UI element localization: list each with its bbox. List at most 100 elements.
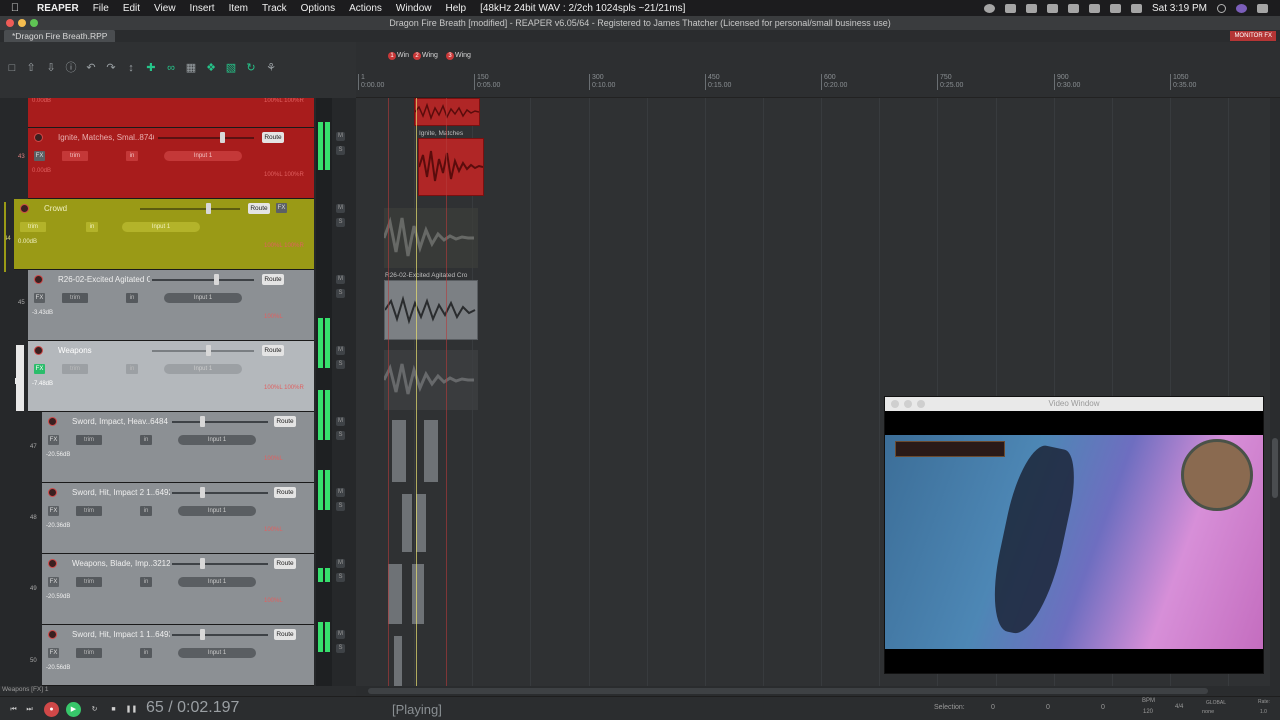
menubar-clock[interactable]: Sat 3:19 PM — [1152, 3, 1207, 14]
horizontal-scrollbar-thumb[interactable] — [368, 688, 1208, 694]
menu-track[interactable]: Track — [255, 3, 294, 14]
fx-button[interactable]: FX — [276, 203, 287, 213]
track-name[interactable]: Ignite, Matches, Smal..8746 — [58, 133, 154, 142]
metronome-icon[interactable]: ↕ — [124, 61, 138, 75]
mute-button[interactable]: M — [336, 132, 345, 141]
route-button[interactable]: Route — [262, 274, 284, 285]
audio-format-info[interactable]: [48kHz 24bit WAV : 2/2ch 1024spls ~21/21… — [473, 3, 692, 14]
record-arm-button[interactable] — [48, 559, 57, 568]
status-icon[interactable] — [983, 3, 995, 13]
input-select[interactable]: Input 1 — [164, 293, 242, 303]
automation-trim-button[interactable]: trim — [76, 577, 102, 587]
menu-app-reaper[interactable]: REAPER — [30, 3, 86, 14]
volume-fader-knob[interactable] — [200, 487, 205, 498]
volume-fader-knob[interactable] — [200, 629, 205, 640]
marker-3[interactable]: 3 Wing — [446, 52, 471, 60]
menu-view[interactable]: View — [147, 3, 183, 14]
volume-fader-knob[interactable] — [220, 132, 225, 143]
track-name[interactable]: Sword, Impact, Heav..6484 — [72, 417, 170, 426]
go-to-start-icon[interactable]: ⏮ — [6, 702, 21, 717]
marker-2[interactable]: 2 Wing — [413, 52, 438, 60]
vertical-scrollbar-thumb[interactable] — [1272, 438, 1278, 498]
bpm-value[interactable]: 120 — [1143, 709, 1153, 715]
media-item[interactable] — [424, 420, 438, 482]
input-select[interactable]: Input 1 — [164, 364, 242, 374]
fx-button[interactable]: FX — [34, 364, 45, 374]
track-name[interactable]: Sword, Hit, Impact 2 1..6492 — [72, 488, 170, 497]
solo-button[interactable]: S — [336, 431, 345, 440]
route-button[interactable]: Route — [274, 487, 296, 498]
media-item[interactable] — [388, 564, 402, 624]
media-item[interactable]: Ignite, Matches — [418, 130, 484, 196]
volume-fader[interactable] — [172, 487, 268, 498]
input-monitor-button[interactable]: in — [140, 648, 152, 658]
mute-button[interactable]: M — [336, 346, 345, 355]
menu-file[interactable]: File — [86, 3, 116, 14]
video-zoom-button[interactable] — [917, 400, 925, 408]
track-46-weapons[interactable]: Weapons Route FX trim in Input 1 -7.48dB… — [28, 341, 314, 412]
route-button[interactable]: Route — [248, 203, 270, 214]
volume-fader[interactable] — [172, 629, 268, 640]
automation-trim-button[interactable]: trim — [62, 364, 88, 374]
save-project-icon[interactable]: ⇩ — [44, 61, 58, 75]
loop-icon[interactable]: ↻ — [244, 61, 258, 75]
grouping-icon[interactable]: ∞ — [164, 61, 178, 75]
fx-button[interactable]: FX — [48, 648, 59, 658]
solo-button[interactable]: S — [336, 502, 345, 511]
track-42[interactable]: 0.00dB 100%L 100%R — [28, 98, 314, 128]
menu-actions[interactable]: Actions — [342, 3, 389, 14]
stop-button[interactable]: ■ — [106, 702, 121, 717]
selection-length[interactable]: 0 — [1101, 704, 1105, 711]
automation-trim-button[interactable]: trim — [76, 506, 102, 516]
volume-fader[interactable] — [152, 345, 254, 356]
selection-end[interactable]: 0 — [1046, 704, 1050, 711]
mute-button[interactable]: M — [336, 559, 345, 568]
input-monitor-button[interactable]: in — [126, 151, 138, 161]
fx-button[interactable]: FX — [48, 435, 59, 445]
pause-button[interactable]: ❚❚ — [124, 702, 139, 717]
volume-icon[interactable] — [1109, 3, 1121, 13]
menu-options[interactable]: Options — [294, 3, 342, 14]
volume-fader-knob[interactable] — [206, 345, 211, 356]
track-name[interactable]: R26-02-Excited Agitated Cr — [58, 275, 150, 284]
record-button[interactable]: ● — [44, 702, 59, 717]
video-window[interactable]: Video Window — [884, 396, 1264, 674]
dropbox-icon[interactable] — [1025, 3, 1037, 13]
solo-button[interactable]: S — [336, 146, 345, 155]
track-name[interactable]: Weapons — [58, 346, 148, 355]
mute-button[interactable]: M — [336, 630, 345, 639]
track-name[interactable]: Sword, Hit, Impact 1 1..6493 — [72, 630, 170, 639]
input-select[interactable]: Input 1 — [164, 151, 242, 161]
track-49[interactable]: Weapons, Blade, Imp..3212 Route FX trim … — [42, 554, 314, 625]
undo-icon[interactable]: ↶ — [84, 61, 98, 75]
video-close-button[interactable] — [891, 400, 899, 408]
fx-button[interactable]: FX — [48, 506, 59, 516]
fx-button[interactable]: FX — [34, 293, 45, 303]
input-monitor-button[interactable]: in — [86, 222, 98, 232]
media-item[interactable] — [394, 636, 402, 686]
go-to-end-icon[interactable]: ⏭ — [22, 702, 37, 717]
menu-list-icon[interactable] — [1130, 3, 1142, 13]
media-item[interactable] — [414, 98, 480, 126]
media-item[interactable] — [416, 494, 426, 552]
input-monitor-button[interactable]: in — [140, 506, 152, 516]
media-item[interactable] — [402, 494, 412, 552]
volume-fader[interactable] — [152, 274, 254, 285]
solo-button[interactable]: S — [336, 218, 345, 227]
record-arm-button[interactable] — [48, 488, 57, 497]
record-arm-button[interactable] — [20, 204, 29, 213]
input-monitor-button[interactable]: in — [140, 577, 152, 587]
volume-fader-knob[interactable] — [200, 558, 205, 569]
timeline-ruler[interactable]: 1 Win 2 Wing 3 Wing 1 0:00.00 150 0:05.00 300… — [356, 42, 1280, 98]
automation-trim-button[interactable]: trim — [62, 293, 88, 303]
close-window-button[interactable] — [6, 19, 14, 27]
menu-help[interactable]: Help — [439, 3, 474, 14]
play-button[interactable]: ▶ — [66, 702, 81, 717]
automation-trim-button[interactable]: trim — [62, 151, 88, 161]
new-project-icon[interactable]: □ — [5, 61, 19, 75]
fx-button[interactable]: FX — [48, 577, 59, 587]
route-button[interactable]: Route — [274, 416, 296, 427]
input-select[interactable]: Input 1 — [122, 222, 200, 232]
input-monitor-button[interactable]: in — [140, 435, 152, 445]
input-select[interactable]: Input 1 — [178, 577, 256, 587]
